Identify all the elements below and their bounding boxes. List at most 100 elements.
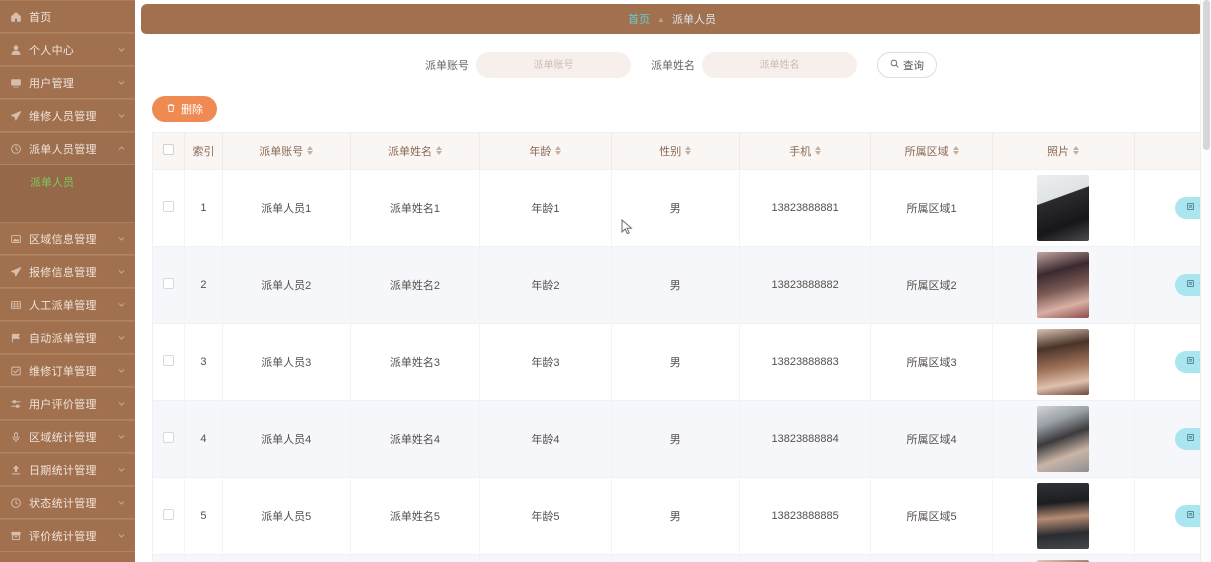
row-actions: 详情删除 (1135, 196, 1200, 219)
column-header-1[interactable]: 派单账号 (222, 133, 351, 170)
row-account: 派单人员4 (222, 400, 351, 478)
select-all-checkbox[interactable] (163, 143, 175, 155)
row-age: 年龄5 (479, 477, 612, 555)
row-actions-cell: 详情删除 (1134, 323, 1200, 401)
column-header-label: 年龄 (529, 145, 552, 158)
chevron-down-icon (115, 266, 127, 278)
row-checkbox[interactable] (163, 277, 175, 289)
detail-button[interactable]: 详情 (1175, 350, 1200, 373)
main-content: 首页 ▲ 派单人员 派单账号 派单姓名 查询 (135, 0, 1211, 562)
archive-icon (9, 529, 23, 543)
sort-arrows-icon[interactable] (685, 146, 692, 156)
column-header-6[interactable]: 所属区域 (870, 133, 993, 170)
column-header-4[interactable]: 性别 (611, 133, 740, 170)
sidebar-item-8[interactable]: 自动派单管理 (0, 321, 135, 354)
row-actions-cell: 详情删除 (1134, 400, 1200, 478)
sort-arrows-icon[interactable] (307, 146, 314, 156)
row-checkbox[interactable] (163, 431, 175, 443)
row-actions-cell: 详情删除 (1134, 477, 1200, 555)
sidebar-item-14[interactable]: 评价统计管理 (0, 519, 135, 552)
table-row: 5派单人员5派单姓名5年龄5男13823888885所属区域5 详情删除 (153, 477, 1200, 555)
bulk-delete-button[interactable]: 删除 (152, 96, 217, 122)
sidebar-item-6[interactable]: 报修信息管理 (0, 255, 135, 288)
row-checkbox[interactable] (163, 200, 175, 212)
sidebar-submenu-item-active[interactable]: 派单人员 (0, 165, 135, 198)
sidebar-item-4[interactable]: 派单人员管理 (0, 132, 135, 165)
detail-button[interactable]: 详情 (1175, 196, 1200, 219)
detail-button[interactable]: 详情 (1175, 273, 1200, 296)
chevron-down-icon (115, 110, 127, 122)
sidebar-item-3[interactable]: 维修人员管理 (0, 99, 135, 132)
row-account: 派单人员5 (222, 477, 351, 555)
row-select-cell (153, 554, 186, 562)
sidebar-item-13[interactable]: 状态统计管理 (0, 486, 135, 519)
sidebar-item-0[interactable]: 首页 (0, 0, 135, 33)
chevron-down-icon (115, 299, 127, 311)
avatar (1037, 328, 1090, 395)
column-header-inner: 照片 (993, 143, 1134, 159)
breadcrumb: 首页 ▲ 派单人员 (628, 11, 716, 27)
sidebar-item-label: 报修信息管理 (29, 266, 97, 279)
row-phone: 13823888883 (739, 323, 872, 401)
row-checkbox[interactable] (163, 354, 175, 366)
sort-arrows-icon[interactable] (435, 146, 442, 156)
column-header-5[interactable]: 手机 (739, 133, 872, 170)
sidebar-item-12[interactable]: 日期统计管理 (0, 453, 135, 486)
row-phone: 13823888881 (739, 169, 872, 247)
detail-button[interactable]: 详情 (1175, 504, 1200, 527)
sort-arrows-icon[interactable] (1073, 146, 1080, 156)
row-actions-cell: 详情删除 (1134, 554, 1200, 562)
table-row: 2派单人员2派单姓名2年龄2男13823888882所属区域2 详情删除 (153, 246, 1200, 324)
detail-button[interactable]: 详情 (1175, 427, 1200, 450)
column-header-label: 性别 (659, 145, 682, 158)
page-scrollbar-thumb[interactable] (1203, 0, 1210, 150)
column-header-8: 操作 (1134, 133, 1200, 170)
document-icon (1186, 510, 1195, 522)
row-name: 派单姓名5 (350, 477, 481, 555)
row-name: 派单姓名1 (350, 169, 481, 247)
search-name-label: 派单姓名 (651, 60, 695, 72)
sidebar-item-label: 人工派单管理 (29, 299, 97, 312)
sidebar-item-5[interactable]: 区域信息管理 (0, 222, 135, 255)
sidebar-item-1[interactable]: 个人中心 (0, 33, 135, 66)
row-region: 所属区域2 (870, 246, 993, 324)
row-index: 1 (184, 169, 223, 247)
column-header-2[interactable]: 派单姓名 (350, 133, 481, 170)
column-header-7[interactable]: 照片 (992, 133, 1135, 170)
page-scrollbar[interactable] (1200, 0, 1211, 562)
mic-icon (9, 430, 23, 444)
sort-arrows-icon[interactable] (555, 146, 562, 156)
search-name-input[interactable] (702, 52, 857, 78)
row-checkbox[interactable] (163, 508, 175, 520)
row-actions: 详情删除 (1135, 350, 1200, 373)
row-region: 所属区域1 (870, 169, 993, 247)
sidebar-item-label: 日期统计管理 (29, 464, 97, 477)
column-header-label: 照片 (1047, 145, 1070, 158)
breadcrumb-home[interactable]: 首页 (628, 11, 650, 27)
row-gender: 男 (611, 554, 740, 562)
row-name: 派单姓名2 (350, 246, 481, 324)
column-header-3[interactable]: 年龄 (479, 133, 612, 170)
avatar (1037, 482, 1090, 549)
row-gender: 男 (611, 400, 740, 478)
data-table-container: 索引派单账号派单姓名年龄性别手机所属区域照片操作 1派单人员1派单姓名1年龄1男… (152, 132, 1201, 562)
row-select-cell (153, 323, 186, 401)
row-age: 年龄1 (479, 169, 612, 247)
sidebar-item-label: 区域信息管理 (29, 233, 97, 246)
sliders-icon (9, 397, 23, 411)
sidebar-item-9[interactable]: 维修订单管理 (0, 354, 135, 387)
toolbar: 删除 (135, 96, 1211, 132)
search-account-input[interactable] (476, 52, 631, 78)
chevron-up-icon (115, 143, 127, 155)
sort-arrows-icon[interactable] (952, 146, 959, 156)
sort-arrows-icon[interactable] (815, 146, 822, 156)
sidebar-item-10[interactable]: 用户评价管理 (0, 387, 135, 420)
column-header-inner: 所属区域 (871, 143, 991, 159)
column-header-inner: 操作 (1135, 143, 1200, 159)
sidebar-item-7[interactable]: 人工派单管理 (0, 288, 135, 321)
row-actions: 详情删除 (1135, 273, 1200, 296)
sidebar-item-2[interactable]: 用户管理 (0, 66, 135, 99)
row-photo-cell (992, 554, 1135, 562)
search-button[interactable]: 查询 (877, 52, 937, 78)
sidebar-item-11[interactable]: 区域统计管理 (0, 420, 135, 453)
